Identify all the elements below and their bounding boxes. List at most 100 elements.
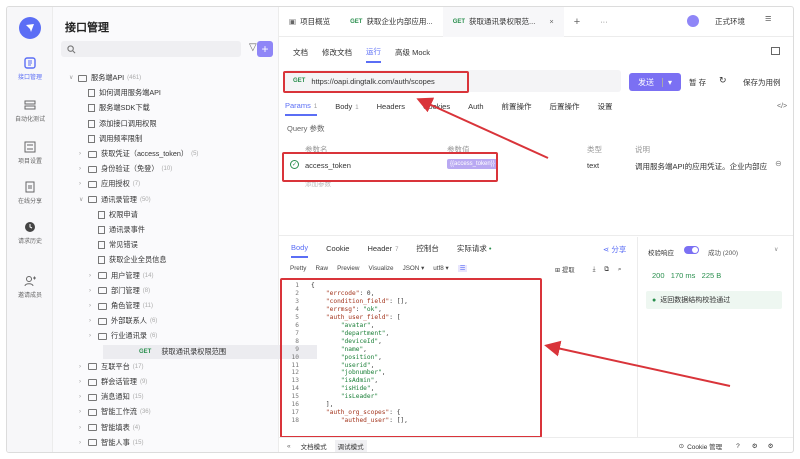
chevron-right-icon[interactable]: › [89,299,98,313]
tab-project-overview[interactable]: ▣ 项目概览 [279,7,340,37]
param-type[interactable]: text [587,161,599,170]
response-tab-2[interactable]: Header 7 [367,244,398,257]
tree-folder[interactable]: › 身份验证（免登） (10) [79,162,172,176]
add-button[interactable]: + [257,41,273,57]
subtab-doc[interactable]: 文档 [293,47,308,62]
chevron-down-icon[interactable]: ∨ [774,246,778,253]
chevron-right-icon[interactable]: › [79,177,88,191]
rail-item-share[interactable]: 在线分享 [7,181,53,205]
param-tab-6[interactable]: 后置操作 [550,101,580,116]
response-tab-1[interactable]: Cookie [326,244,349,257]
cookie-manager-button[interactable]: Cookie 管理 [687,441,722,451]
remove-icon[interactable]: ⊖ [775,159,782,168]
param-tab-0[interactable]: Params 1 [285,101,318,116]
new-tab-button[interactable]: + [564,7,590,37]
tab-get-internal-app[interactable]: GET 获取企业内部应用... [340,7,443,37]
refresh-icon[interactable]: ↻ [719,75,727,86]
send-button[interactable]: 发送 ▾ [629,73,681,91]
chevron-right-icon[interactable]: › [79,421,88,435]
env-selector[interactable]: 正式环境 [715,16,745,27]
tree-doc-item[interactable]: 添加接口调用权限 [79,117,157,131]
format-preview[interactable]: Preview [337,265,359,272]
share-button[interactable]: ⋖ 分享 [603,244,626,255]
tree-folder[interactable]: ∨ 通讯录管理 (50) [79,193,151,207]
param-tab-7[interactable]: 设置 [598,101,613,116]
tree-folder[interactable]: › 应用授权 (7) [79,177,140,191]
param-desc[interactable]: 调用服务端API的应用凭证。企业内部应 [635,161,767,172]
doc-mode-button[interactable]: 文档模式 [301,441,327,451]
search-input[interactable] [61,41,241,57]
chevron-right-icon[interactable]: › [89,314,98,328]
subtab-edit-doc[interactable]: 修改文档 [322,47,352,62]
tree-folder[interactable]: › 群会话管理 (9) [79,375,147,389]
chevron-right-icon[interactable]: › [89,329,98,343]
tree-folder[interactable]: › 部门管理 (8) [89,284,150,298]
chevron-right-icon[interactable]: › [79,405,88,419]
chevron-down-icon[interactable]: ∨ [69,71,78,85]
rail-item-invite[interactable]: 邀请成员 [7,275,53,299]
param-tab-2[interactable]: Headers [377,102,405,115]
rail-item-settings[interactable]: 项目设置 [7,141,53,165]
help-icon[interactable]: ? [736,443,740,450]
response-tab-4[interactable]: 实际请求 • [457,243,492,258]
response-tab-3[interactable]: 控制台 [416,243,439,258]
menu-icon[interactable]: ≡ [765,13,771,25]
bug-icon[interactable]: ⚙ [752,442,758,450]
chevron-down-icon[interactable]: ∨ [79,193,88,207]
tree-doc-item[interactable]: 调用频率限制 [79,132,142,146]
format-raw[interactable]: Raw [315,265,328,272]
subtab-run[interactable]: 运行 [366,46,381,63]
code-search-icon[interactable]: ⌕ [618,266,622,274]
subtab-mock[interactable]: 高级 Mock [395,47,430,62]
tree-folder[interactable]: › 外部联系人 (6) [89,314,157,328]
tree-folder[interactable]: › 行业通讯录 (6) [89,329,157,343]
tree-folder[interactable]: › 用户管理 (14) [89,269,153,283]
tree-doc-item[interactable]: 获取企业全员信息 [89,253,167,267]
download-icon[interactable]: ⤓ [593,266,596,274]
code-icon[interactable]: </> [777,103,787,110]
wrap-icon[interactable]: ☰ [457,265,468,272]
tree-folder[interactable]: › 角色管理 (11) [89,299,153,313]
format-visualize[interactable]: Visualize [368,265,393,272]
param-tab-4[interactable]: Auth [468,102,483,115]
tree-folder[interactable]: › 互联平台 (17) [79,360,143,374]
tree-folder[interactable]: ∨ 服务端API (461) [69,71,141,85]
tree-doc-item[interactable]: 如何调用服务端API [79,86,161,100]
tree-folder[interactable]: › 获取凭证（access_token） (5) [79,147,198,161]
tree-doc-item[interactable]: 权限申请 [89,208,138,222]
rail-item-automation[interactable]: 自动化测试 [7,99,53,123]
chevron-right-icon[interactable]: › [89,269,98,283]
settings-icon[interactable]: ⚙ [768,442,774,450]
chevron-right-icon[interactable]: › [79,162,88,176]
filter-icon[interactable]: ▽ [249,42,257,53]
tree-doc-item[interactable]: 服务端SDK下载 [79,101,150,115]
chevron-right-icon[interactable]: › [79,147,88,161]
tree-doc-item[interactable]: 通讯录事件 [89,223,145,237]
layout-toggle-icon[interactable] [771,47,780,55]
param-tab-1[interactable]: Body 1 [335,102,358,115]
copy-icon[interactable]: ⧉ [604,266,609,274]
param-tab-5[interactable]: 前置操作 [502,101,532,116]
tree-folder[interactable]: › 智能填表 (4) [79,421,140,435]
tree-folder[interactable]: › 消息通知 (15) [79,390,143,404]
chevron-right-icon[interactable]: › [89,284,98,298]
format-encoding-select[interactable]: utf8 ▾ [433,265,448,272]
chevron-right-icon[interactable]: › [79,375,88,389]
param-tab-3[interactable]: Cookies [423,102,450,115]
collapse-icon[interactable]: « [287,443,291,450]
tab-get-scopes[interactable]: GET 获取通讯录权限范... × [442,7,564,37]
save-temp-button[interactable]: 暂 存 [689,77,706,88]
tree-folder[interactable]: › 智能工作流 (36) [79,405,151,419]
validate-toggle[interactable] [684,246,699,254]
debug-mode-button[interactable]: 调试模式 [334,440,367,452]
chevron-right-icon[interactable]: › [79,360,88,374]
rail-item-history[interactable]: 请求历史 [7,221,53,245]
rail-item-api[interactable]: 接口管理 [7,57,53,81]
chevron-right-icon[interactable]: › [79,390,88,404]
format-json-select[interactable]: JSON ▾ [403,265,425,272]
tree-doc-item[interactable]: 常见错误 [89,238,138,252]
save-case-button[interactable]: 保存为用例 [743,77,781,88]
chevron-right-icon[interactable]: › [79,436,88,450]
more-tabs-icon[interactable]: ··· [590,7,618,37]
close-icon[interactable]: × [549,17,553,26]
